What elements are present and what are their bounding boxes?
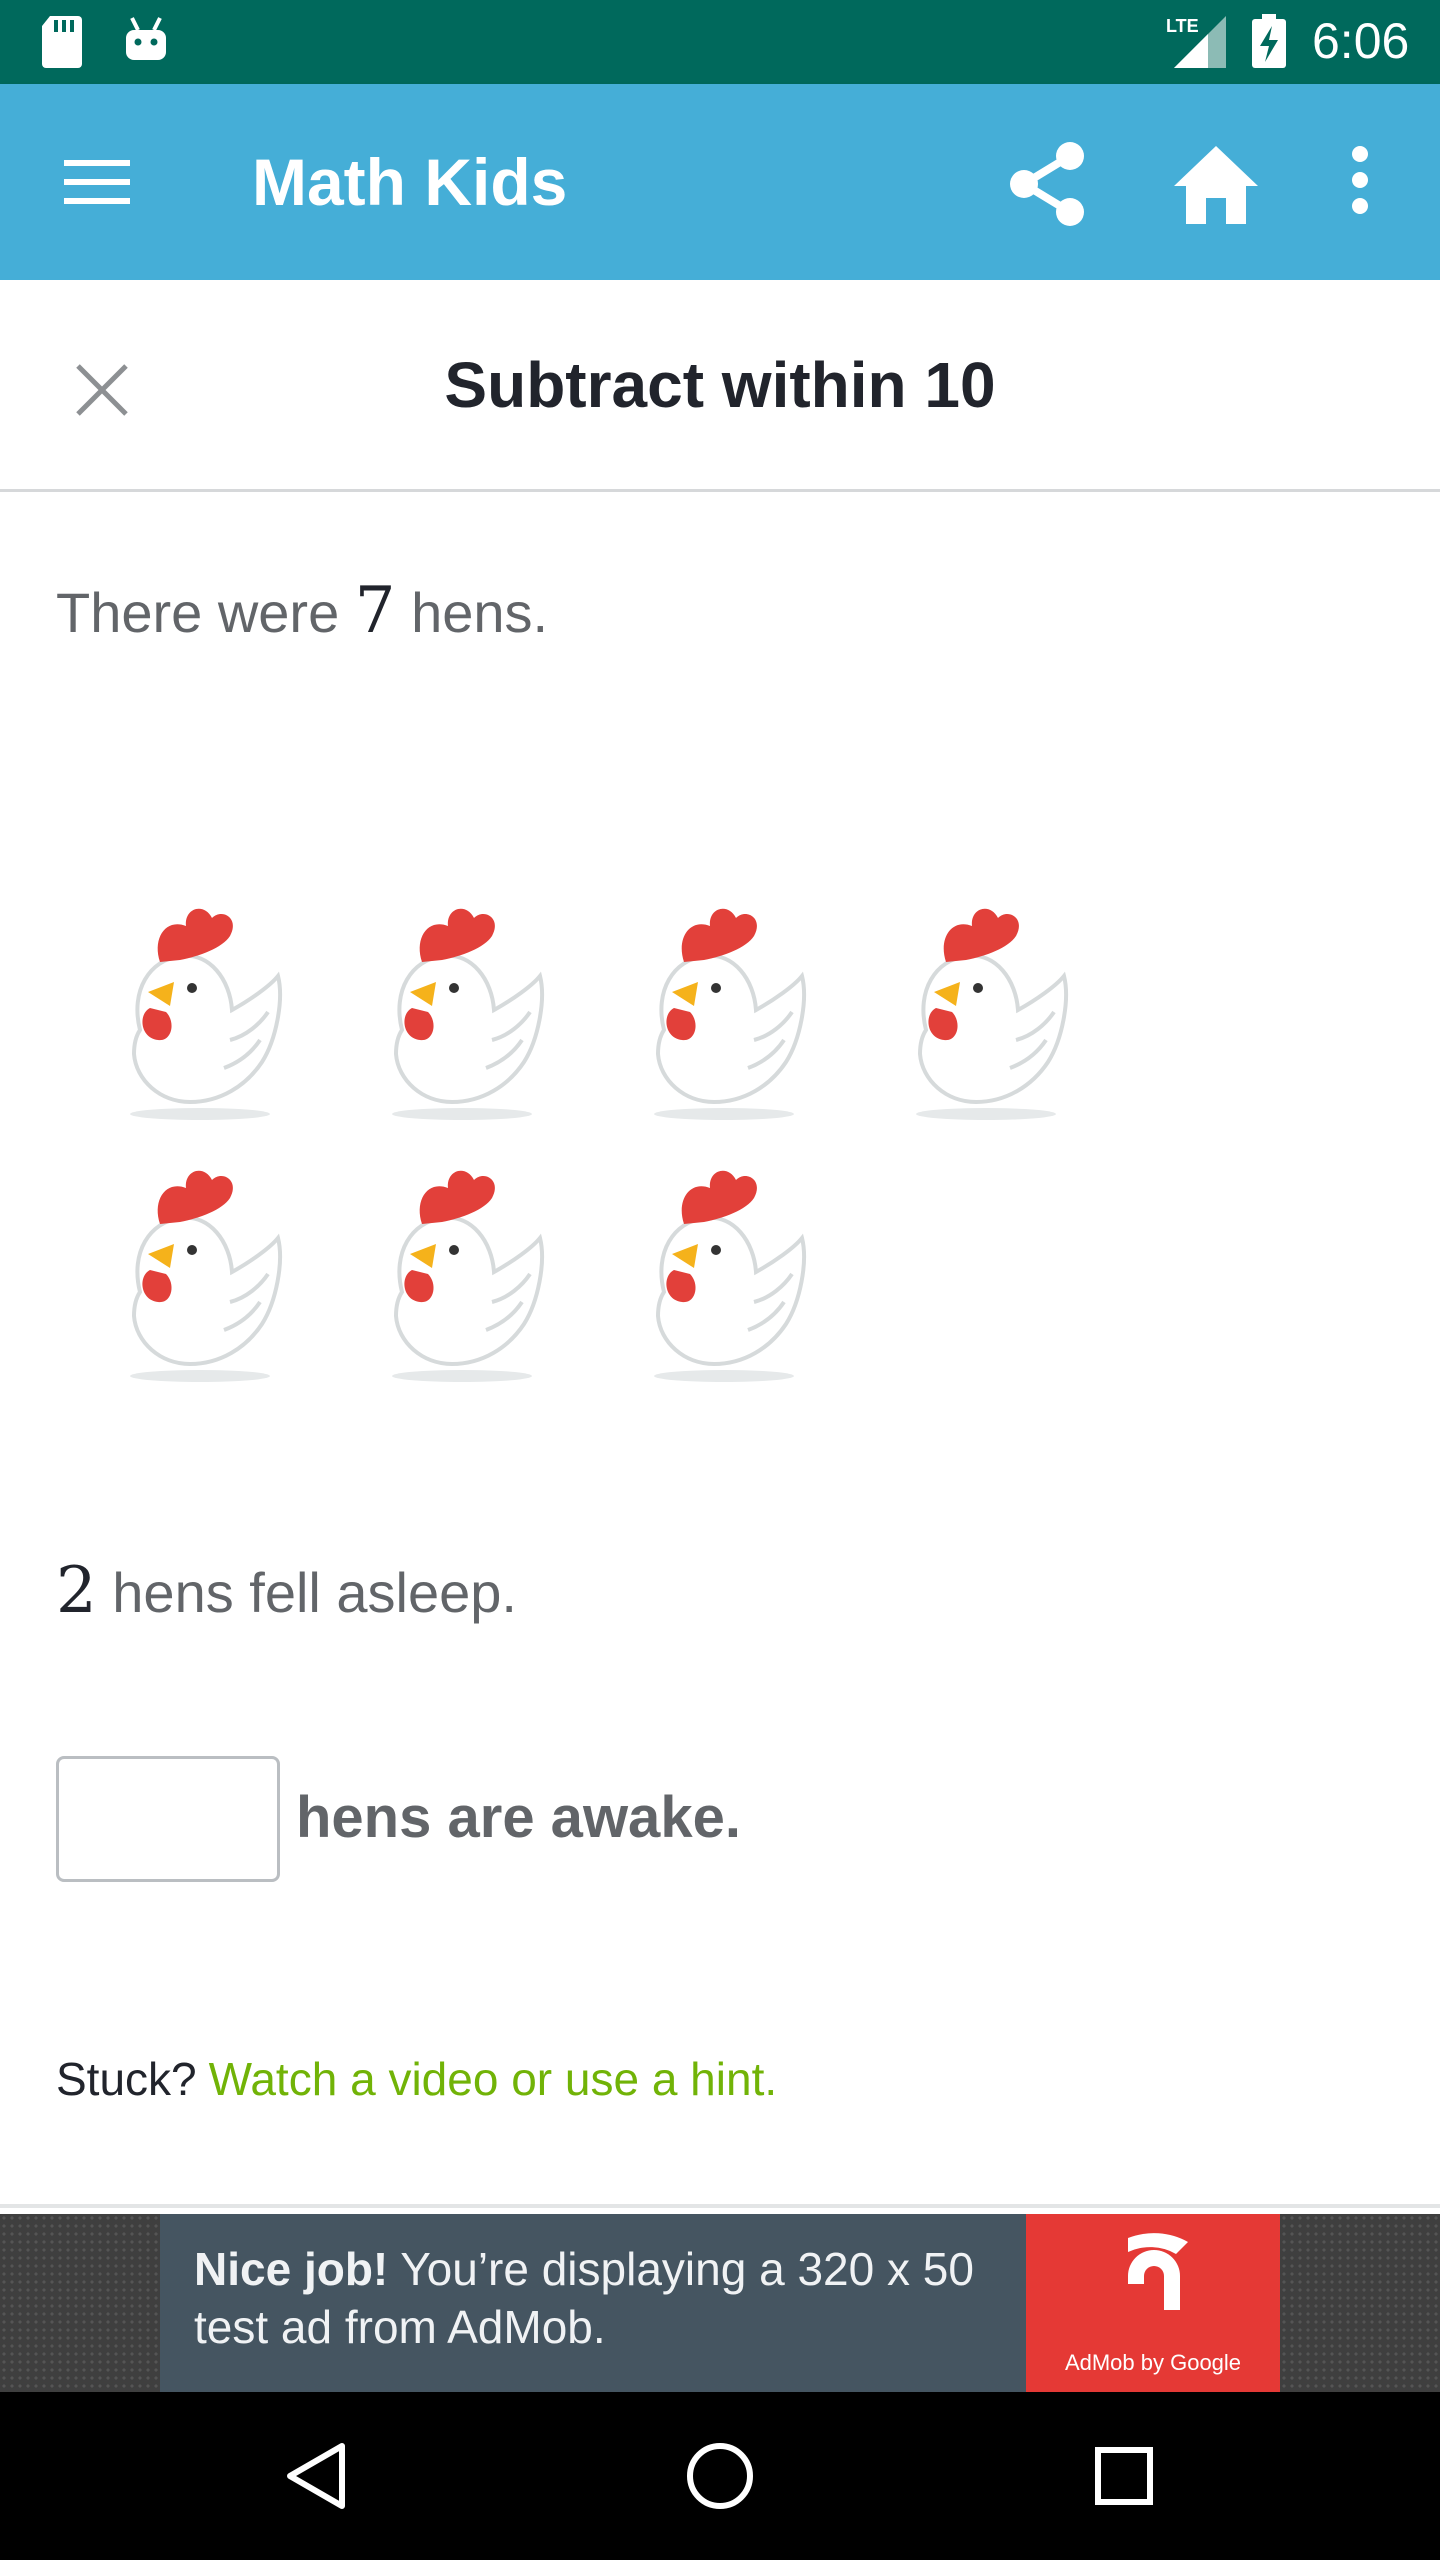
question-line-2: 2 hens fell asleep. [56, 1554, 517, 1628]
ad-content[interactable]: Nice job! You’re displaying a 320 x 50 t… [160, 2214, 1026, 2392]
hint-link[interactable]: Watch a video or use a hint. [209, 2053, 778, 2105]
signal-icon: LTE [1166, 16, 1226, 68]
status-bar: LTE 6:06 [0, 0, 1440, 84]
clock: 6:06 [1312, 13, 1410, 69]
exercise-header: Subtract within 10 [0, 280, 1440, 492]
hen-icon [624, 1152, 814, 1382]
navigation-bar [0, 2392, 1440, 2560]
admob-logo[interactable]: AdMob by Google [1026, 2214, 1280, 2392]
hen-icon [624, 890, 814, 1120]
back-icon [287, 2443, 345, 2509]
admob-icon [1128, 2233, 1188, 2310]
answer-label: hens are awake. [296, 1785, 741, 1850]
app-title: Math Kids [252, 145, 568, 219]
ad-text: Nice job! You’re displaying a 320 x 50 t… [194, 2240, 1014, 2356]
ad-logo-caption: AdMob by Google [1064, 2350, 1242, 2375]
menu-button[interactable] [48, 142, 148, 222]
hen-icon [362, 890, 552, 1120]
question-text: There were [56, 581, 355, 644]
network-type: LTE [1166, 16, 1199, 36]
battery-charging-icon [1252, 14, 1286, 68]
question-text: hens fell asleep. [96, 1561, 517, 1624]
share-icon [1010, 142, 1084, 226]
android-icon [126, 17, 166, 60]
recents-icon [1095, 2447, 1153, 2505]
question-text: hens. [395, 581, 549, 644]
question-line-1: There were 7 hens. [56, 574, 548, 648]
menu-icon [64, 160, 130, 204]
divider [0, 2204, 1440, 2208]
recents-button[interactable] [1074, 2426, 1174, 2526]
back-button[interactable] [266, 2426, 366, 2526]
close-icon [76, 364, 128, 416]
ad-banner: Nice job! You’re displaying a 320 x 50 t… [0, 2214, 1440, 2392]
home-button[interactable] [1166, 134, 1266, 234]
more-vert-icon [1352, 146, 1368, 214]
hen-icon [100, 890, 290, 1120]
answer-input[interactable] [56, 1756, 280, 1882]
ad-bold-text: Nice job! [194, 2243, 389, 2295]
stuck-text: Stuck? [56, 2053, 197, 2105]
close-button[interactable] [62, 350, 142, 430]
sd-card-icon [42, 16, 82, 68]
home-circle-icon [687, 2443, 753, 2509]
hen-icon [100, 1152, 290, 1382]
nav-home-button[interactable] [670, 2426, 770, 2526]
hint-row: Stuck? Watch a video or use a hint. [56, 2052, 777, 2106]
asleep-number: 2 [56, 1554, 97, 1628]
share-button[interactable] [996, 134, 1096, 234]
hen-total-number: 7 [354, 574, 396, 648]
more-options-button[interactable] [1324, 134, 1396, 234]
hen-icon [886, 890, 1076, 1120]
hen-icon [362, 1152, 552, 1382]
hens-group [100, 890, 1100, 1390]
app-bar: Math Kids [0, 84, 1440, 280]
home-icon [1174, 146, 1258, 224]
exercise-title: Subtract within 10 [444, 349, 996, 421]
